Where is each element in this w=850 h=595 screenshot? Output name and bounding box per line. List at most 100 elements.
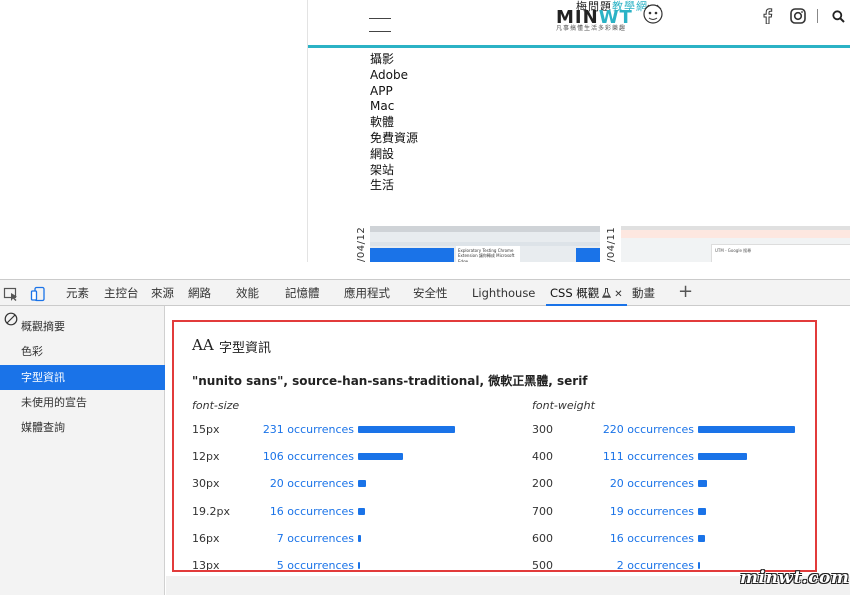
page-viewport: 梅問題教學網 MINWT 凡事搞懂生活多彩樂趣 攝影 Adobe APP Mac…	[0, 0, 850, 279]
occurrences-link[interactable]: 220 occurrences	[603, 422, 694, 438]
tab-security[interactable]: 安全性	[413, 280, 448, 306]
font-size-value: 15px	[192, 423, 220, 436]
sidebar-item-unused-declarations[interactable]: 未使用的宣告	[0, 390, 165, 415]
occurrences-link[interactable]: 19 occurrences	[610, 504, 694, 520]
font-weight-row: 200 20 occurrences	[532, 476, 815, 503]
font-size-row: 13px 5 occurrences	[192, 558, 492, 572]
section-title: 字型資訊	[219, 341, 272, 356]
font-size-header: font-size	[192, 399, 240, 412]
tab-lighthouse[interactable]: Lighthouse	[472, 280, 535, 306]
font-weight-list: 300 220 occurrences 400 111 occurrences 200 2…	[532, 422, 815, 570]
menu-item-adobe[interactable]: Adobe	[370, 68, 418, 84]
device-toolbar-icon[interactable]	[30, 286, 46, 302]
menu-item-site-building[interactable]: 架站	[370, 163, 418, 179]
mascot-icon	[643, 4, 663, 24]
tab-elements[interactable]: 元素	[66, 280, 89, 306]
font-size-value: 30px	[192, 477, 220, 491]
website-preview: 梅問題教學網 MINWT 凡事搞懂生活多彩樂趣 攝影 Adobe APP Mac…	[307, 0, 850, 262]
menu-item-free-resources[interactable]: 免費資源	[370, 131, 418, 147]
post-date: /04/12	[356, 226, 367, 262]
font-weight-value: 200	[532, 477, 553, 491]
font-weight-column: font-weight 300 220 occurrences 400 111 occ…	[532, 398, 815, 570]
site-logo[interactable]: 梅問題教學網 MINWT 凡事搞懂生活多彩樂趣	[554, 0, 674, 32]
tab-console[interactable]: 主控台	[104, 280, 139, 306]
font-info-section: AA 字型資訊 "nunito sans", source-han-sans-t…	[172, 320, 817, 572]
occurrences-bar	[698, 480, 707, 488]
occurrences-bar	[358, 507, 365, 515]
font-size-row: 15px 231 occurrences	[192, 422, 492, 449]
tab-performance[interactable]: 效能	[236, 280, 259, 306]
font-family-name: "nunito sans", source-han-sans-tradition…	[192, 374, 588, 388]
sidebar-item-overview-summary[interactable]: 概觀摘要	[0, 314, 165, 339]
occurrences-link[interactable]: 20 occurrences	[610, 476, 694, 492]
sidebar-item-font-info[interactable]: 字型資訊	[0, 365, 165, 390]
article-thumbnails: /04/12 Exploratory Testing Chrome Extens…	[308, 222, 850, 262]
article-thumbnail[interactable]: UTM - Google 搜尋	[621, 226, 850, 262]
sidebar-item-colors[interactable]: 色彩	[0, 339, 165, 364]
tab-css-overview[interactable]: CSS 概觀 ✕	[546, 280, 627, 306]
occurrences-bar	[358, 426, 455, 433]
search-icon[interactable]	[832, 10, 845, 23]
site-category-menu: 攝影 Adobe APP Mac 軟體 免費資源 網設 架站 生活	[370, 52, 418, 194]
css-overview-sidebar: 概觀摘要 色彩 字型資訊 未使用的宣告 媒體查詢	[0, 306, 165, 595]
css-overview-content: AA 字型資訊 "nunito sans", source-han-sans-t…	[166, 306, 850, 595]
occurrences-link[interactable]: 5 occurrences	[277, 558, 354, 570]
menu-item-mac[interactable]: Mac	[370, 99, 418, 115]
hamburger-menu-icon[interactable]	[369, 18, 391, 32]
tab-application[interactable]: 應用程式	[344, 280, 390, 306]
font-size-value: 16px	[192, 531, 220, 545]
logo-tagline: 凡事搞懂生活多彩樂趣	[556, 25, 627, 32]
font-weight-value: 400	[532, 450, 553, 464]
watermark: minwt.com	[740, 568, 850, 588]
occurrences-bar	[698, 561, 700, 569]
menu-item-life[interactable]: 生活	[370, 178, 418, 194]
font-weight-row: 400 111 occurrences	[532, 449, 815, 476]
tab-memory[interactable]: 記憶體	[285, 280, 320, 306]
occurrences-link[interactable]: 16 occurrences	[270, 504, 354, 520]
menu-item-web-design[interactable]: 網設	[370, 147, 418, 163]
facebook-icon[interactable]	[760, 8, 776, 24]
menu-item-software[interactable]: 軟體	[370, 115, 418, 131]
font-weight-row: 700 19 occurrences	[532, 504, 815, 531]
occurrences-link[interactable]: 20 occurrences	[270, 476, 354, 492]
occurrences-bar	[358, 480, 366, 488]
thumbnail-card-text: Exploratory Testing Chrome Extension 讓你轉…	[456, 246, 520, 262]
site-header: 梅問題教學網 MINWT 凡事搞懂生活多彩樂趣	[308, 0, 850, 48]
font-size-row: 19.2px 16 occurrences	[192, 504, 492, 531]
devtools-panel: 元素 主控台 來源 網路 效能 記憶體 應用程式 安全性 Lighthouse …	[0, 279, 850, 595]
occurrences-link[interactable]: 231 occurrences	[263, 422, 354, 438]
occurrences-link[interactable]: 7 occurrences	[277, 531, 354, 547]
thumbnail-panel-text: UTM - Google 搜尋	[711, 244, 850, 262]
occurrences-bar	[698, 507, 706, 515]
menu-item-app[interactable]: APP	[370, 84, 418, 100]
tab-animations[interactable]: 動畫	[632, 280, 655, 306]
font-size-row: 16px 7 occurrences	[192, 531, 492, 558]
header-divider	[817, 9, 818, 23]
screenshot-root: 梅問題教學網 MINWT 凡事搞懂生活多彩樂趣 攝影 Adobe APP Mac…	[0, 0, 850, 595]
font-weight-row: 300 220 occurrences	[532, 422, 815, 449]
occurrences-link[interactable]: 106 occurrences	[263, 449, 354, 465]
viewport-blank-area	[0, 0, 307, 279]
font-size-row: 12px 106 occurrences	[192, 449, 492, 476]
add-tab-icon[interactable]: +	[678, 282, 693, 302]
post-date: /04/11	[606, 226, 617, 262]
occurrences-link[interactable]: 2 occurrences	[617, 558, 694, 570]
font-size-column: font-size 15px 231 occurrences 12px 106 occ…	[192, 398, 492, 572]
tab-network[interactable]: 網路	[188, 280, 211, 306]
occurrences-link[interactable]: 111 occurrences	[603, 449, 694, 465]
tab-sources[interactable]: 來源	[151, 280, 174, 306]
occurrences-link[interactable]: 16 occurrences	[610, 531, 694, 547]
font-info-icon: AA	[192, 336, 214, 354]
occurrences-bar	[358, 534, 361, 542]
experimental-flask-icon	[602, 288, 612, 298]
instagram-icon[interactable]	[790, 8, 806, 24]
font-size-value: 13px	[192, 558, 220, 572]
close-tab-icon[interactable]: ✕	[614, 289, 622, 300]
font-weight-value: 600	[532, 531, 553, 545]
occurrences-bar	[698, 453, 747, 461]
menu-item-photography[interactable]: 攝影	[370, 52, 418, 68]
inspect-element-icon[interactable]	[3, 286, 19, 302]
sidebar-item-media-queries[interactable]: 媒體查詢	[0, 415, 165, 440]
article-thumbnail[interactable]: Exploratory Testing Chrome Extension 讓你轉…	[370, 226, 600, 262]
font-weight-value: 300	[532, 423, 553, 436]
